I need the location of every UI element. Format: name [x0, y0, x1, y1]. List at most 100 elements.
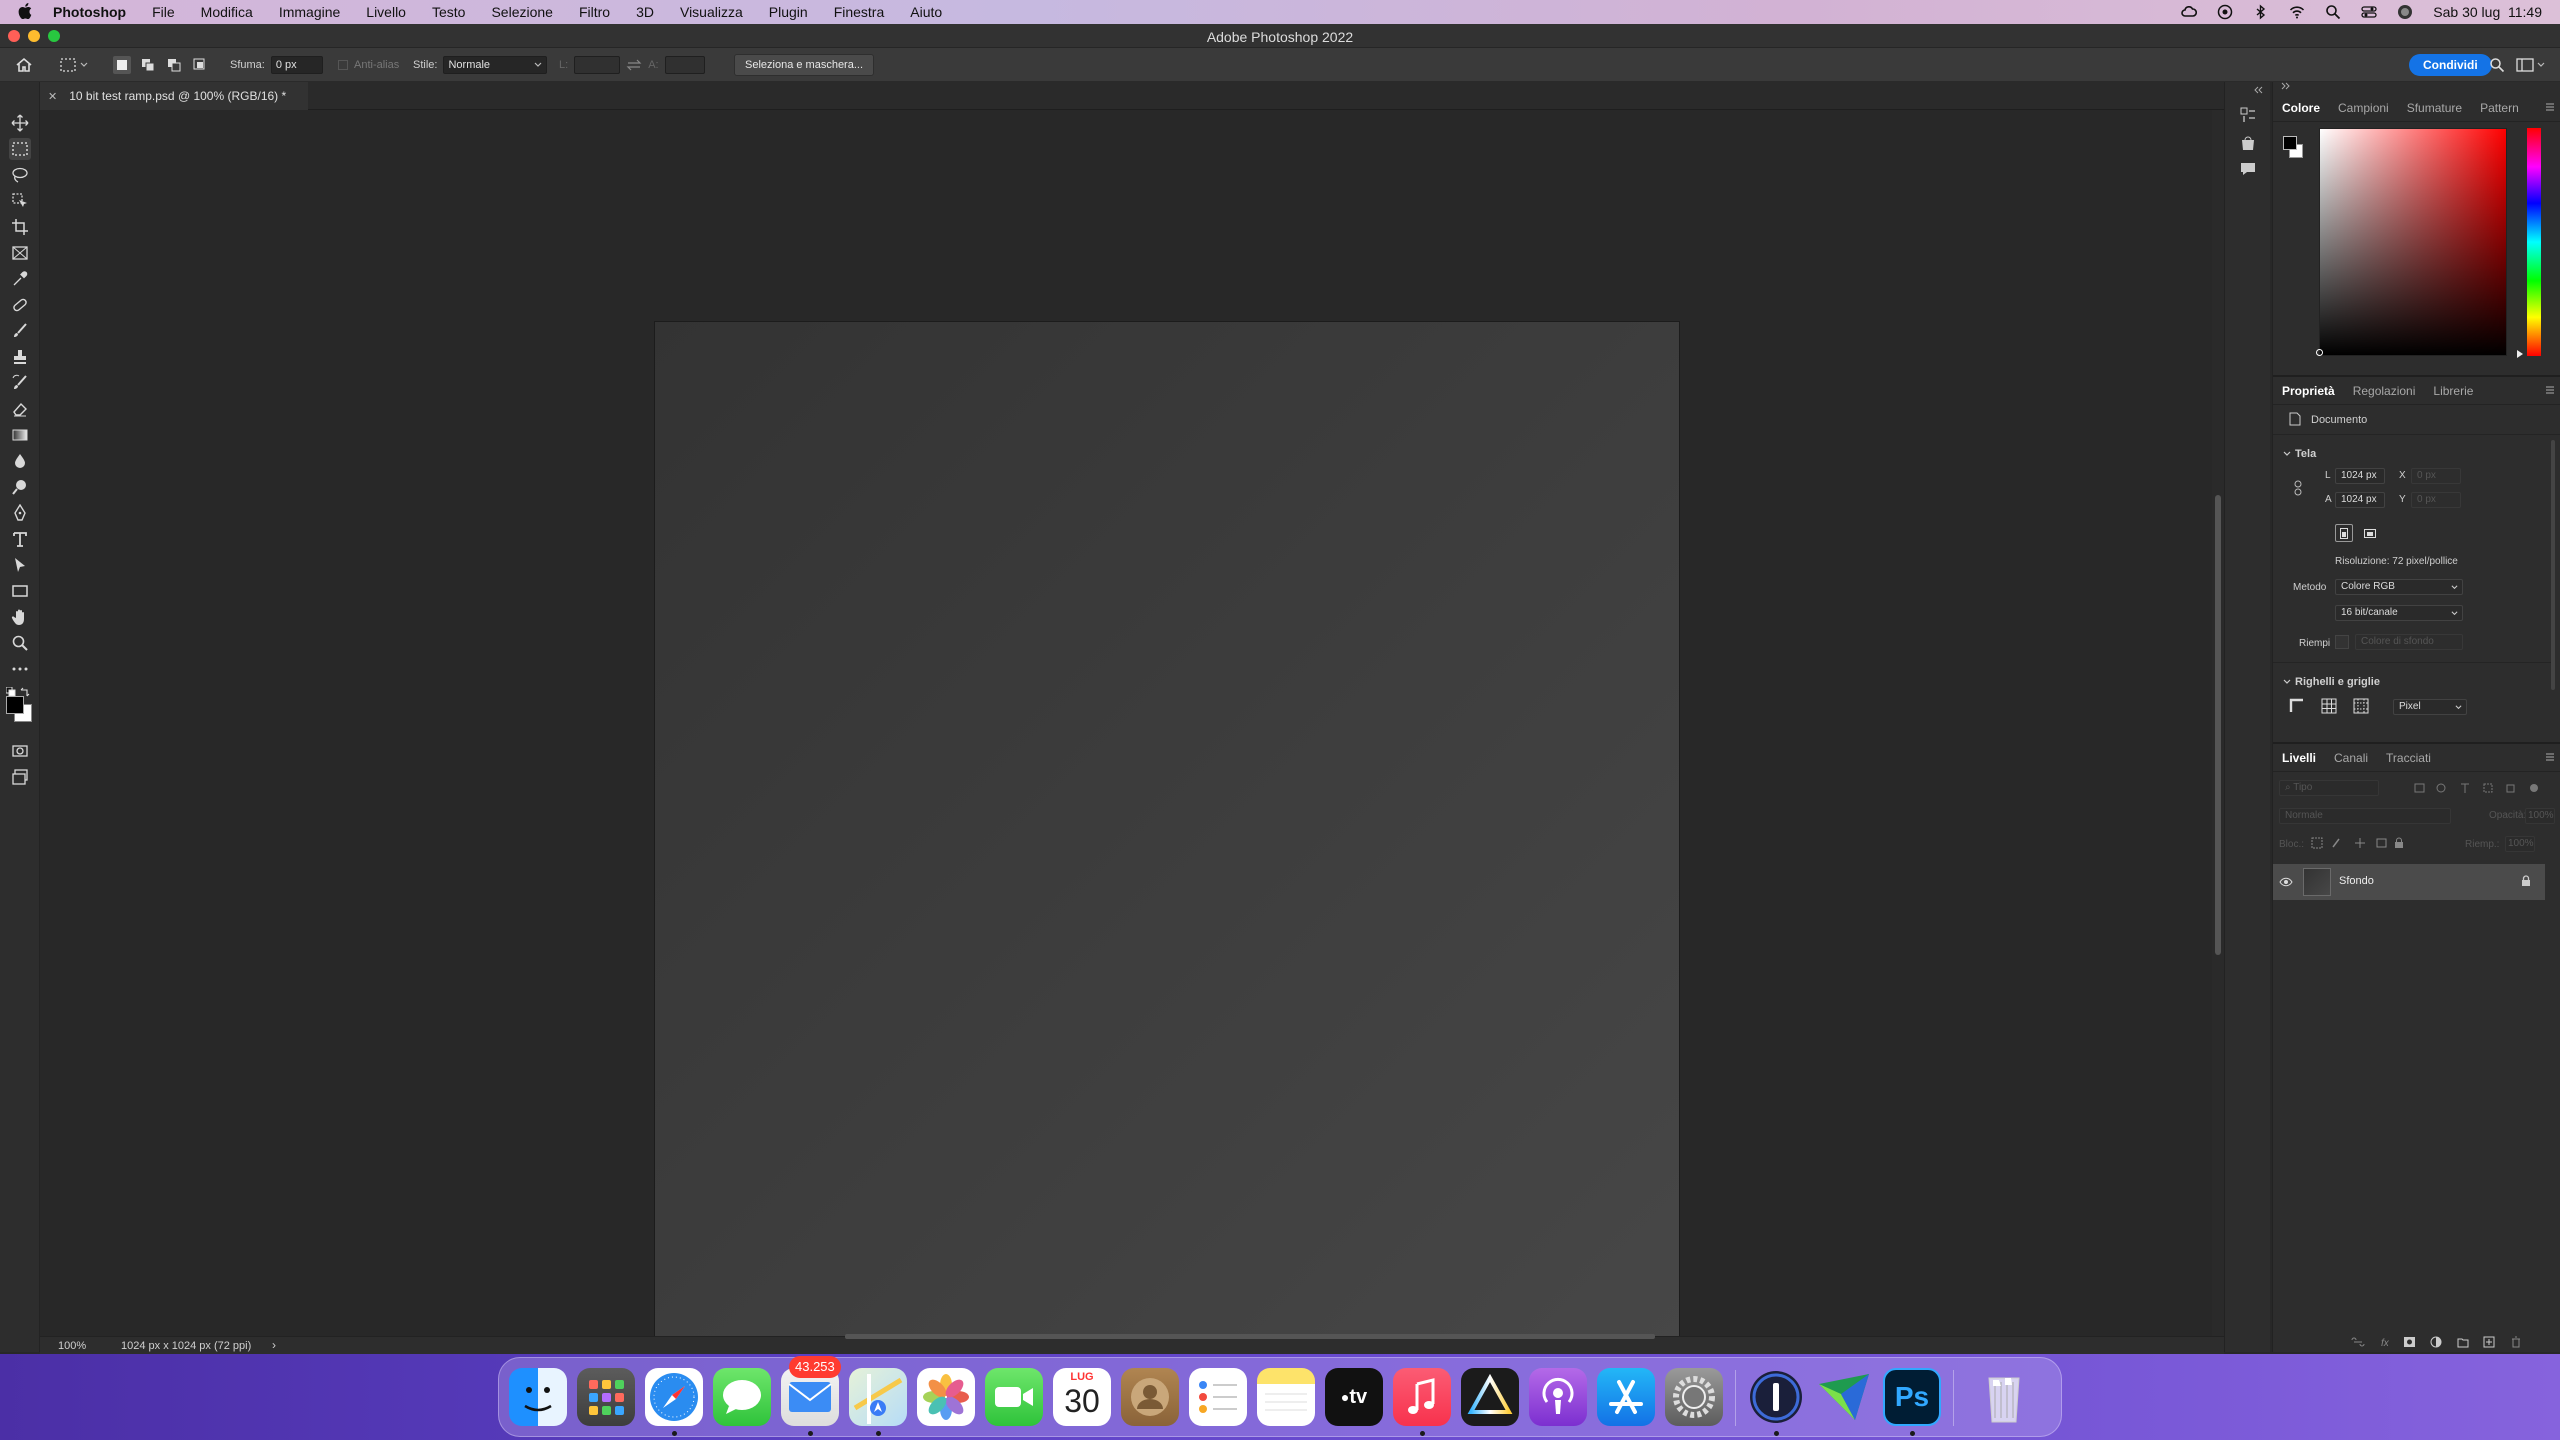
select-and-mask-button[interactable]: Seleziona e maschera... — [734, 54, 875, 76]
tab-campioni[interactable]: Campioni — [2329, 101, 2398, 115]
collapse-panel-icon[interactable] — [2281, 82, 2291, 90]
menu-selezione[interactable]: Selezione — [491, 4, 553, 20]
share-button[interactable]: Condividi — [2409, 54, 2492, 76]
menu-visualizza[interactable]: Visualizza — [680, 4, 743, 20]
photos-icon[interactable] — [917, 1368, 975, 1426]
height-input[interactable] — [664, 56, 705, 74]
finder-icon[interactable] — [509, 1368, 567, 1426]
bit-depth-select[interactable]: 16 bit/canale — [2335, 605, 2463, 621]
eraser-tool[interactable] — [9, 398, 31, 420]
app-store-icon[interactable] — [1597, 1368, 1655, 1426]
music-icon[interactable] — [1393, 1368, 1451, 1426]
portrait-orientation-button[interactable] — [2335, 524, 2353, 542]
fill-color-swatch[interactable] — [2335, 635, 2349, 649]
swap-dimensions-icon[interactable] — [626, 59, 642, 71]
tab-sfumature[interactable]: Sfumature — [2398, 101, 2471, 115]
chevron-down-icon[interactable] — [2283, 450, 2291, 458]
podcasts-icon[interactable] — [1529, 1368, 1587, 1426]
rectangle-tool[interactable] — [9, 580, 31, 602]
chevron-down-icon[interactable] — [2283, 678, 2291, 686]
move-tool[interactable] — [9, 112, 31, 134]
width-input[interactable] — [574, 56, 621, 74]
layers-footer-icons[interactable]: fx — [2351, 1336, 2551, 1348]
prism-app-icon[interactable] — [1461, 1368, 1519, 1426]
panel-menu-icon[interactable] — [2545, 385, 2555, 395]
fill-opacity-input[interactable]: 100% — [2505, 836, 2535, 852]
tab-pattern[interactable]: Pattern — [2471, 101, 2528, 115]
1password-icon[interactable] — [1747, 1368, 1805, 1426]
tab-regolazioni[interactable]: Regolazioni — [2344, 384, 2425, 398]
lock-icon[interactable] — [2521, 875, 2531, 887]
menu-plugin[interactable]: Plugin — [769, 4, 808, 20]
tab-canali[interactable]: Canali — [2325, 751, 2377, 765]
home-button[interactable] — [15, 48, 33, 82]
contacts-icon[interactable] — [1121, 1368, 1179, 1426]
blend-mode-select[interactable]: Normale — [2279, 808, 2451, 824]
mode-select[interactable]: Colore RGB — [2335, 579, 2463, 595]
eyedropper-tool[interactable] — [9, 268, 31, 290]
color-field[interactable] — [2319, 128, 2507, 356]
tab-tracciati[interactable]: Tracciati — [2377, 751, 2440, 765]
system-preferences-icon[interactable] — [1665, 1368, 1723, 1426]
path-selection-tool[interactable] — [9, 554, 31, 576]
tab-librerie[interactable]: Librerie — [2424, 384, 2482, 398]
screen-mode-button[interactable] — [9, 766, 31, 788]
layer-filter-icons[interactable] — [2413, 782, 2543, 794]
canvas-width-input[interactable]: 1024 px — [2335, 468, 2385, 484]
tab-livelli[interactable]: Livelli — [2273, 751, 2325, 765]
clone-stamp-tool[interactable] — [9, 346, 31, 368]
pen-tool[interactable] — [9, 502, 31, 524]
properties-scrollbar-thumb[interactable] — [2551, 440, 2555, 690]
menu-3d[interactable]: 3D — [636, 4, 654, 20]
vertical-scroll-thumb[interactable] — [2215, 495, 2221, 955]
apple-icon[interactable] — [18, 3, 32, 19]
crop-tool[interactable] — [9, 216, 31, 238]
menubar-clock[interactable]: Sab 30 lug 11:49 — [2433, 4, 2542, 20]
foreground-color-swatch[interactable] — [6, 696, 24, 714]
zoom-level[interactable]: 100% — [58, 1340, 86, 1352]
panel-menu-icon[interactable] — [2545, 102, 2555, 112]
vertical-scrollbar[interactable] — [2212, 110, 2224, 1340]
menu-file[interactable]: File — [152, 4, 175, 20]
menu-app-name[interactable]: Photoshop — [53, 4, 126, 20]
search-button[interactable] — [2489, 48, 2505, 82]
marquee-tool-preset[interactable] — [60, 48, 88, 82]
menu-livello[interactable]: Livello — [366, 4, 406, 20]
opacity-input[interactable]: 100% — [2525, 808, 2555, 824]
eye-visibility-icon[interactable] — [2279, 877, 2293, 887]
hand-tool[interactable] — [9, 606, 31, 628]
canvas-height-input[interactable]: 1024 px — [2335, 492, 2385, 508]
dodge-tool[interactable] — [9, 476, 31, 498]
link-chain-icon[interactable] — [2293, 480, 2303, 496]
edit-toolbar-button[interactable] — [9, 658, 31, 680]
panel-menu-icon[interactable] — [2545, 752, 2555, 762]
gradient-tool[interactable] — [9, 424, 31, 446]
spotlight-search-icon[interactable] — [2325, 4, 2341, 20]
frame-tool[interactable] — [9, 242, 31, 264]
ruler-units-select[interactable]: Pixel — [2393, 699, 2467, 715]
collapse-panels-icon[interactable] — [2253, 86, 2263, 94]
creative-cloud-icon[interactable] — [2181, 4, 2198, 20]
add-selection-icon[interactable] — [139, 56, 157, 74]
facetime-icon[interactable] — [985, 1368, 1043, 1426]
history-panel-button[interactable] — [2239, 106, 2257, 124]
intersect-selection-icon[interactable] — [191, 56, 209, 74]
new-selection-button[interactable] — [113, 56, 131, 74]
wifi-icon[interactable] — [2289, 4, 2305, 20]
launchpad-icon[interactable] — [577, 1368, 635, 1426]
healing-brush-tool[interactable] — [9, 294, 31, 316]
layer-row[interactable]: Sfondo — [2273, 864, 2545, 900]
brush-tool[interactable] — [9, 320, 31, 342]
menu-finestra[interactable]: Finestra — [834, 4, 885, 20]
grid-icon[interactable] — [2321, 698, 2337, 714]
color-fg-swatch[interactable] — [2283, 136, 2297, 150]
tab-colore[interactable]: Colore — [2273, 101, 2329, 115]
maps-icon[interactable] — [849, 1368, 907, 1426]
horizontal-scroll-thumb[interactable] — [845, 1334, 1655, 1339]
hue-slider-marker[interactable] — [2517, 350, 2523, 358]
rect-marquee-tool[interactable] — [9, 138, 31, 160]
canvas-y-input[interactable]: 0 px — [2411, 492, 2461, 508]
canvas-x-input[interactable]: 0 px — [2411, 468, 2461, 484]
notes-icon[interactable] — [1257, 1368, 1315, 1426]
apple-tv-icon[interactable]: ● tv — [1325, 1368, 1383, 1426]
